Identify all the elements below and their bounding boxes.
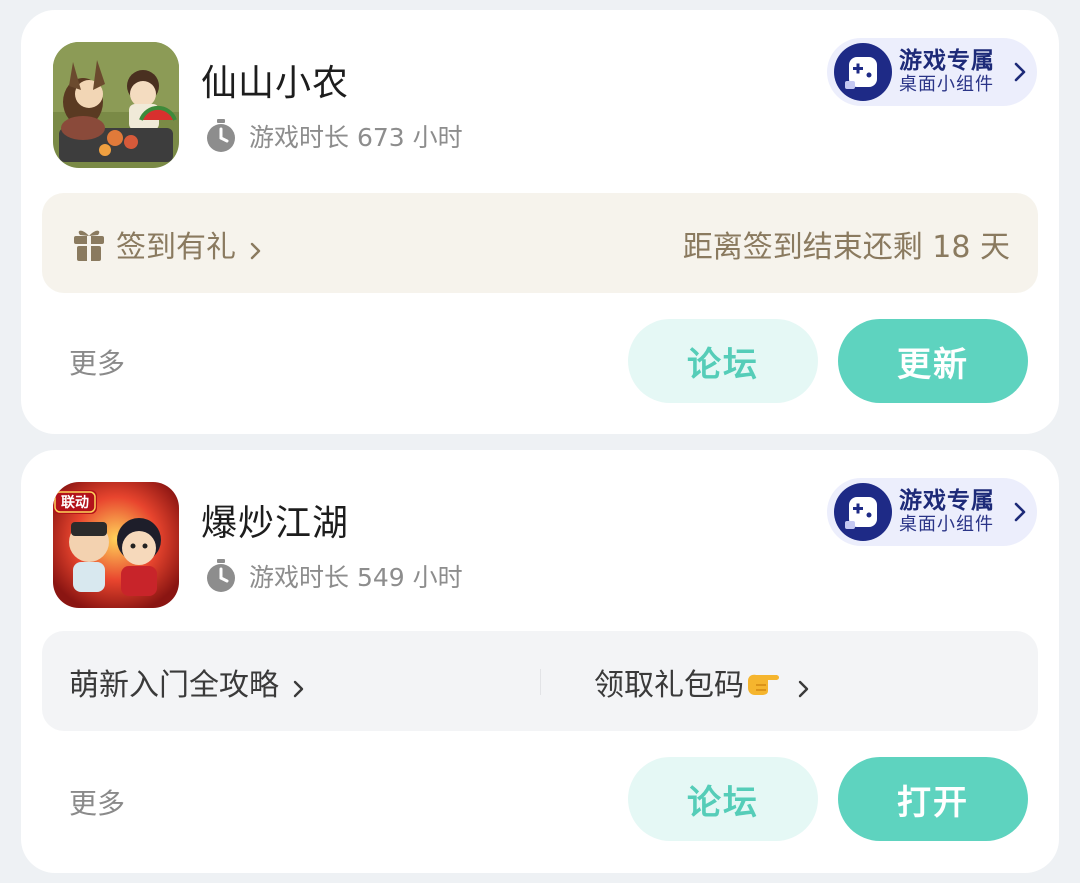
widget-badge[interactable]: 游戏专属 桌面小组件 xyxy=(827,478,1037,546)
checkin-bar: 签到有礼 距离签到结束还剩 18 天 xyxy=(42,193,1038,293)
divider xyxy=(540,669,541,695)
chevron-right-icon xyxy=(1013,500,1027,524)
checkin-remaining: 距离签到结束还剩 18 天 xyxy=(682,230,1010,265)
playtime-text: 游戏时长 549 小时 xyxy=(249,563,463,592)
app-icon-baochao[interactable]: 联动 xyxy=(53,482,179,608)
timer-icon xyxy=(205,119,237,153)
pointing-hand-emoji xyxy=(746,667,784,697)
chevron-right-icon xyxy=(250,234,262,260)
timer-icon xyxy=(205,559,237,593)
playtime-text: 游戏时长 673 小时 xyxy=(249,123,463,152)
icon-tag-text: 联动 xyxy=(61,494,89,511)
playtime: 游戏时长 549 小时 xyxy=(205,558,463,594)
checkin-link[interactable]: 签到有礼 xyxy=(72,222,262,266)
forum-button[interactable]: 论坛 xyxy=(628,319,818,403)
widget-badge-title: 游戏专属 xyxy=(899,48,995,75)
chevron-right-icon xyxy=(1013,60,1027,84)
more-button[interactable]: 更多 xyxy=(69,782,125,822)
game-title: 仙山小农 xyxy=(201,63,350,104)
links-bar: 萌新入门全攻略 领取礼包码 xyxy=(42,631,1038,731)
widget-badge-subtitle: 桌面小组件 xyxy=(899,513,994,535)
beginner-guide-link[interactable]: 萌新入门全攻略 xyxy=(69,660,305,704)
app-icon-xianshan[interactable] xyxy=(53,42,179,168)
gift-code-link[interactable]: 领取礼包码 xyxy=(594,660,810,704)
game-card-xianshan: 仙山小农 游戏时长 673 小时 游戏专属 桌面小组件 签到有礼 距离签到结束还… xyxy=(21,10,1059,434)
forum-button[interactable]: 论坛 xyxy=(628,757,818,841)
more-button[interactable]: 更多 xyxy=(69,342,125,382)
gamepad-icon xyxy=(831,41,895,103)
checkin-label-text: 签到有礼 xyxy=(116,230,236,265)
beginner-guide-label: 萌新入门全攻略 xyxy=(69,668,279,703)
open-button[interactable]: 打开 xyxy=(838,757,1028,841)
widget-badge-title: 游戏专属 xyxy=(899,488,995,515)
chevron-right-icon xyxy=(293,672,305,698)
update-button[interactable]: 更新 xyxy=(838,319,1028,403)
gift-icon xyxy=(72,226,106,262)
game-card-baochao: 联动 爆炒江湖 游戏时长 549 小时 游戏专属 桌面小组件 萌新入门全攻略 领… xyxy=(21,450,1059,873)
widget-badge[interactable]: 游戏专属 桌面小组件 xyxy=(827,38,1037,106)
chevron-right-icon xyxy=(798,672,810,698)
gamepad-icon xyxy=(831,481,895,543)
widget-badge-subtitle: 桌面小组件 xyxy=(899,73,994,95)
playtime: 游戏时长 673 小时 xyxy=(205,118,463,154)
gift-code-label: 领取礼包码 xyxy=(594,668,744,703)
game-title: 爆炒江湖 xyxy=(201,503,350,544)
